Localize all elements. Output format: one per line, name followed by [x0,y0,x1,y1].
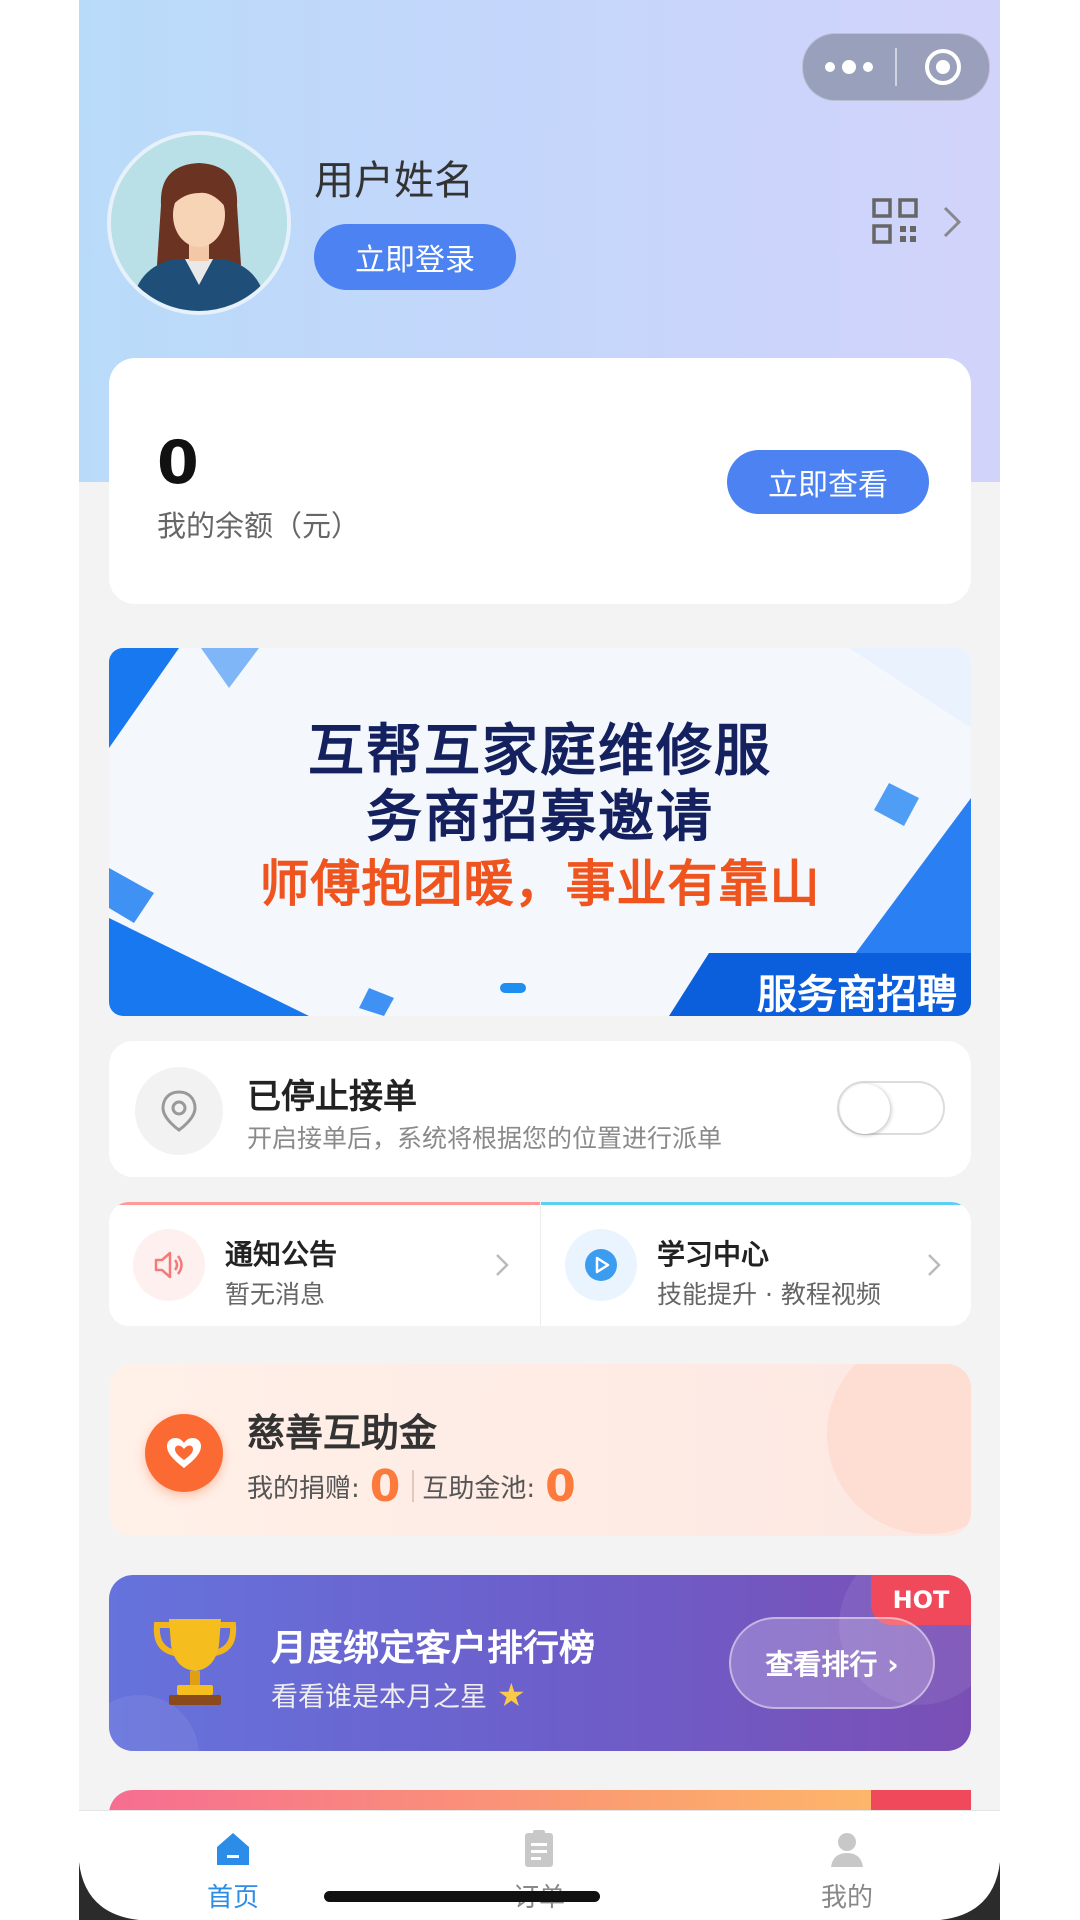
learning-center-link[interactable]: 学习中心 技能提升 · 教程视频 [541,1202,971,1326]
my-donation-label: 我的捐赠: [247,1473,360,1504]
qrcode-icon[interactable] [872,198,918,244]
ranking-title: 月度绑定客户排行榜 [271,1628,596,1669]
notice-title: 通知公告 [225,1238,338,1271]
target-icon[interactable] [924,48,962,86]
order-list-icon [525,1830,553,1867]
chevron-right-icon [928,1254,941,1276]
tab-home-label: 首页 [206,1883,259,1913]
charity-fund-card[interactable]: 慈善互助金 我的捐赠: 0 互助金池: 0 [109,1364,971,1536]
balance-amount: 0 [157,428,199,498]
miniprogram-capsule [802,33,990,101]
my-donation-value: 0 [369,1460,401,1512]
balance-label: 我的余额（元） [157,509,361,543]
charity-title: 慈善互助金 [247,1411,438,1455]
chevron-right-icon [496,1254,509,1276]
chevron-right-icon[interactable] [941,204,963,240]
ranking-subtitle: 看看谁是本月之星 [271,1682,487,1713]
accept-orders-toggle[interactable] [837,1081,945,1135]
login-button[interactable]: 立即登录 [314,224,516,290]
notice-subtitle: 暂无消息 [225,1280,326,1309]
tab-orders[interactable]: 订单 [459,1811,619,1920]
screen-corner [940,1862,1000,1920]
learning-subtitle: 技能提升 · 教程视频 [657,1280,881,1309]
decorative-circle [827,1364,971,1534]
home-indicator[interactable] [324,1891,600,1902]
banner-headline-2: 务商招募邀请 [366,785,714,850]
ranking-card[interactable]: HOT 月度绑定客户排行榜 看看谁是本月之星 ★ 查看排行 › [109,1575,971,1751]
tab-home[interactable]: 首页 [153,1811,313,1920]
view-balance-button[interactable]: 立即查看 [727,450,929,514]
speaker-icon [133,1229,205,1301]
location-pin-icon [135,1067,223,1155]
learning-title: 学习中心 [657,1238,770,1271]
fund-pool-value: 0 [545,1460,576,1512]
quick-links: 通知公告 暂无消息 学习中心 技能提升 · 教程视频 [109,1202,971,1326]
trophy-icon [153,1619,237,1705]
tab-mine[interactable]: 我的 [767,1811,927,1920]
tab-bar: 首页 订单 我的 [79,1810,1000,1920]
banner-tag: 服务商招聘 [757,972,957,1016]
capsule-divider [895,48,897,86]
charity-stats: 我的捐赠: 0 互助金池: 0 [247,1460,586,1512]
toggle-knob [840,1084,890,1134]
banner-slogan: 师傅抱团暖，事业有靠山 [259,855,821,913]
tab-mine-label: 我的 [820,1883,873,1913]
notice-link[interactable]: 通知公告 暂无消息 [109,1202,540,1326]
avatar[interactable] [107,131,291,315]
username: 用户姓名 [314,158,474,204]
screen-corner [79,1862,139,1920]
ranking-subtitle-row: 看看谁是本月之星 ★ [271,1675,526,1714]
stats-divider [412,1470,415,1502]
star-icon: ★ [497,1675,526,1714]
more-dots-icon[interactable] [823,56,875,78]
order-status-description: 开启接单后，系统将根据您的位置进行派单 [247,1124,723,1153]
user-icon [831,1833,863,1867]
order-status-title: 已停止接单 [247,1077,417,1117]
promo-banner[interactable]: 互帮互家庭维修服 务商招募邀请 师傅抱团暖，事业有靠山 服务商招聘 [109,648,971,1016]
balance-card: 0 我的余额（元） 立即查看 [109,358,971,604]
fund-pool-label: 互助金池: [422,1473,536,1504]
heart-icon [145,1414,223,1492]
carousel-indicator[interactable] [500,983,526,993]
home-icon [217,1833,249,1865]
phone-screen: 用户姓名 立即登录 0 我的余额（元） 立即查看 互帮互家庭维修服 务商招募邀请… [79,0,1000,1920]
play-icon [565,1229,637,1301]
view-ranking-button[interactable]: 查看排行 › [729,1617,935,1709]
order-status-card: 已停止接单 开启接单后，系统将根据您的位置进行派单 [109,1041,971,1177]
